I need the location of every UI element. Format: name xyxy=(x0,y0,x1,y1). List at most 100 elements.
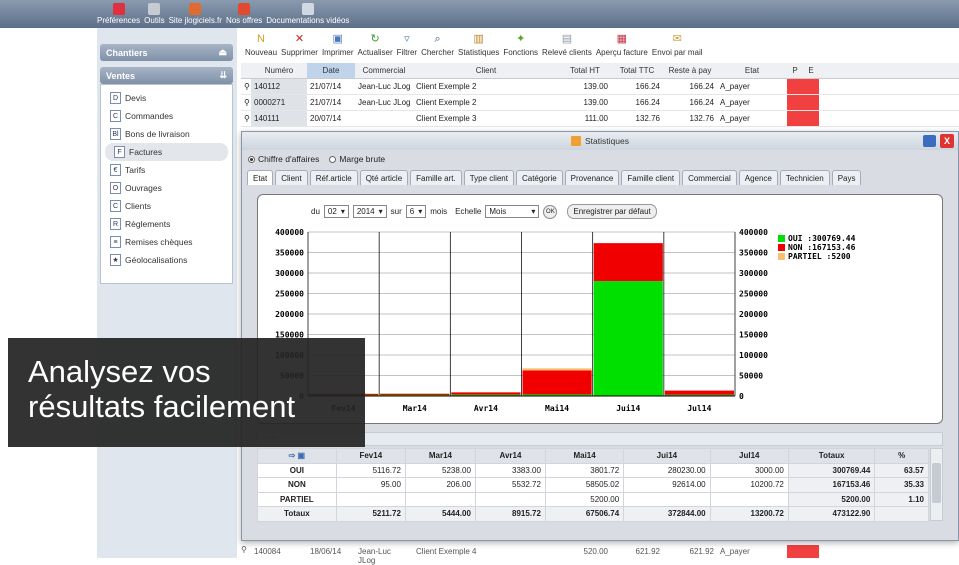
table-row[interactable]: ⚲ 140111 20/07/14 Client Exemple 3 111.00 132… xyxy=(241,111,959,127)
sidebar-item-3[interactable]: F Factures xyxy=(105,143,228,161)
tab-3[interactable]: Qté article xyxy=(359,170,409,185)
column-header[interactable]: E xyxy=(803,63,819,78)
legend-swatch xyxy=(778,244,785,251)
tab-2[interactable]: Réf.article xyxy=(309,170,358,185)
column-header[interactable]: Total TTC xyxy=(611,63,663,78)
toolbar-button-10[interactable]: ✉ Envoi par mail xyxy=(652,34,703,58)
sidebar-item-label: Ouvrages xyxy=(125,183,162,193)
restore-window-icon[interactable] xyxy=(923,135,936,147)
statistics-table: ⇨ ▣ Fev14 Mar14 Avr14 Mai14 Jui14 Jul14 Totaux%… xyxy=(257,448,929,522)
column-header[interactable]: Reste à pay xyxy=(663,63,717,78)
promo-caption: Analysez vos résultats facilement xyxy=(8,338,365,447)
toolbar-button-1[interactable]: ✕ Supprimer xyxy=(281,34,318,58)
search-row-icon[interactable]: ⚲ xyxy=(241,79,251,94)
sidebar-item-2[interactable]: Bl Bons de livraison xyxy=(101,125,232,143)
bar-partiel-mai14 xyxy=(522,368,592,371)
tab-1[interactable]: Client xyxy=(275,170,308,185)
tab-12[interactable]: Pays xyxy=(831,170,862,185)
left-pane: Chantiers ⏏ Ventes ⇊ D Devis C Commandes Bl B… xyxy=(97,28,237,558)
table-row[interactable]: ⚲ 0000271 21/07/14 Jean-Luc JLog Client Exem… xyxy=(241,95,959,111)
toolbar-button-5[interactable]: ⌕ Chercher xyxy=(421,34,454,58)
column-header[interactable]: Client xyxy=(413,63,559,78)
sidebar-item-6[interactable]: C Clients xyxy=(101,197,232,215)
bar-non-jul14 xyxy=(664,390,734,395)
column-header[interactable]: Date xyxy=(307,63,355,78)
tab-8[interactable]: Famille client xyxy=(621,170,681,185)
sidebar-item-0[interactable]: D Devis xyxy=(101,89,232,107)
section-header-chantiers[interactable]: Chantiers ⏏ xyxy=(100,44,233,61)
table-corner-icons[interactable]: ⇨ ▣ xyxy=(257,448,337,464)
sidebar-item-4[interactable]: € Tarifs xyxy=(101,161,232,179)
document-icon: R xyxy=(110,218,121,230)
sidebar-item-7[interactable]: R Règlements xyxy=(101,215,232,233)
grid-header-spacer xyxy=(241,63,251,78)
legend-entry: NON :167153.46 xyxy=(788,243,856,252)
tab-9[interactable]: Commercial xyxy=(682,170,737,185)
toolbar-button-8[interactable]: ▤ Relevé clients xyxy=(542,34,592,58)
toolbar-button-0[interactable]: N Nouveau xyxy=(245,34,277,58)
toolbar-button-4[interactable]: ▿ Filtrer xyxy=(396,34,418,58)
row-total: 300769.44 xyxy=(787,462,876,478)
tab-4[interactable]: Famille art. xyxy=(410,170,462,185)
sidebar-item-label: Commandes xyxy=(125,111,174,121)
grid-rows: ⚲ 140112 21/07/14 Jean-Luc JLog Client Exemp… xyxy=(241,79,959,127)
table-row[interactable]: ⚲ 140112 21/07/14 Jean-Luc JLog Client Exemp… xyxy=(241,79,959,95)
radio-marge-brute[interactable]: Marge brute xyxy=(329,154,385,164)
tab-11[interactable]: Technicien xyxy=(779,170,830,185)
top-nav-item-0[interactable]: Préférences xyxy=(97,0,140,28)
search-row-icon[interactable]: ⚲ xyxy=(241,545,251,558)
column-header[interactable]: Commercial xyxy=(355,63,413,78)
top-nav-label: Nos offres xyxy=(225,16,263,25)
tab-0[interactable]: Etat xyxy=(247,170,274,185)
y-tick-label-left: 400000 xyxy=(275,228,304,237)
top-nav-item-3[interactable]: Nos offres xyxy=(226,0,262,28)
top-nav-item-1[interactable]: Outils xyxy=(144,0,165,28)
toolbar-button-7[interactable]: ✦ Fonctions xyxy=(503,34,538,58)
top-nav-item-2[interactable]: Site jlogiciels.fr xyxy=(169,0,222,28)
top-nav-item-4[interactable]: Documentations vidéos xyxy=(266,0,349,28)
eject-icon[interactable]: ⏏ xyxy=(218,47,227,58)
grid-cell: A_payer xyxy=(720,98,750,107)
grid-cell: 140112 xyxy=(251,79,307,94)
radio-chiffre-affaires[interactable]: Chiffre d'affaires xyxy=(248,154,319,164)
toolbar-label: Filtrer xyxy=(396,48,418,57)
table-vertical-scrollbar[interactable] xyxy=(930,448,943,521)
sidebar-item-1[interactable]: C Commandes xyxy=(101,107,232,125)
table-column-header: Jul14 xyxy=(709,448,789,464)
status-e-cell xyxy=(803,111,819,126)
sidebar-item-9[interactable]: ★ Géolocalisations xyxy=(101,251,232,269)
totals-cell: 67506.74 xyxy=(544,506,625,522)
scrollbar-thumb[interactable] xyxy=(932,463,941,503)
column-header[interactable]: P xyxy=(787,63,803,78)
close-dialog-button[interactable]: X xyxy=(940,134,954,148)
sidebar-item-label: Règlements xyxy=(125,219,171,229)
tab-10[interactable]: Agence xyxy=(738,170,778,185)
toolbar-button-9[interactable]: ▦ Aperçu facture xyxy=(595,34,648,58)
invoices-grid: Numéro Date Commercial Client Total HT Total … xyxy=(241,63,959,127)
column-header[interactable]: Numéro xyxy=(251,63,307,78)
tab-5[interactable]: Type client xyxy=(463,170,514,185)
x-tick-label: Mai14 xyxy=(545,403,569,413)
search-row-icon[interactable]: ⚲ xyxy=(241,95,251,110)
y-tick-label-right: 300000 xyxy=(739,269,768,278)
grid-cell: 132.76 xyxy=(635,114,660,123)
sidebar-item-8[interactable]: ≡ Remises chèques xyxy=(101,233,232,251)
collapse-icon[interactable]: ⇊ xyxy=(219,70,227,81)
column-header[interactable]: Total HT xyxy=(559,63,611,78)
toolbar-button-3[interactable]: ↻ Actualiser xyxy=(358,34,393,58)
grid-cell: 621.92 xyxy=(635,547,660,556)
tab-6[interactable]: Catégorie xyxy=(515,170,563,185)
toolbar-button-6[interactable]: ▥ Statistiques xyxy=(457,34,500,58)
grid-cell: 139.00 xyxy=(583,98,608,107)
tab-7[interactable]: Provenance xyxy=(564,170,620,185)
column-header[interactable]: Etat xyxy=(717,63,787,78)
grid-bottom-row[interactable]: ⚲ 140084 18/06/14 Jean-Luc JLog Client Exemp… xyxy=(241,545,959,565)
grid-cell: 520.00 xyxy=(583,547,608,556)
toolbar-label: Aperçu facture xyxy=(595,48,648,57)
toolbar-button-2[interactable]: ▣ Imprimer xyxy=(322,34,354,58)
toolbar-label: Statistiques xyxy=(457,48,500,57)
sidebar-item-5[interactable]: O Ouvrages xyxy=(101,179,232,197)
section-header-ventes[interactable]: Ventes ⇊ xyxy=(100,67,233,84)
search-row-icon[interactable]: ⚲ xyxy=(241,111,251,126)
sidebar-item-label: Devis xyxy=(125,93,147,103)
